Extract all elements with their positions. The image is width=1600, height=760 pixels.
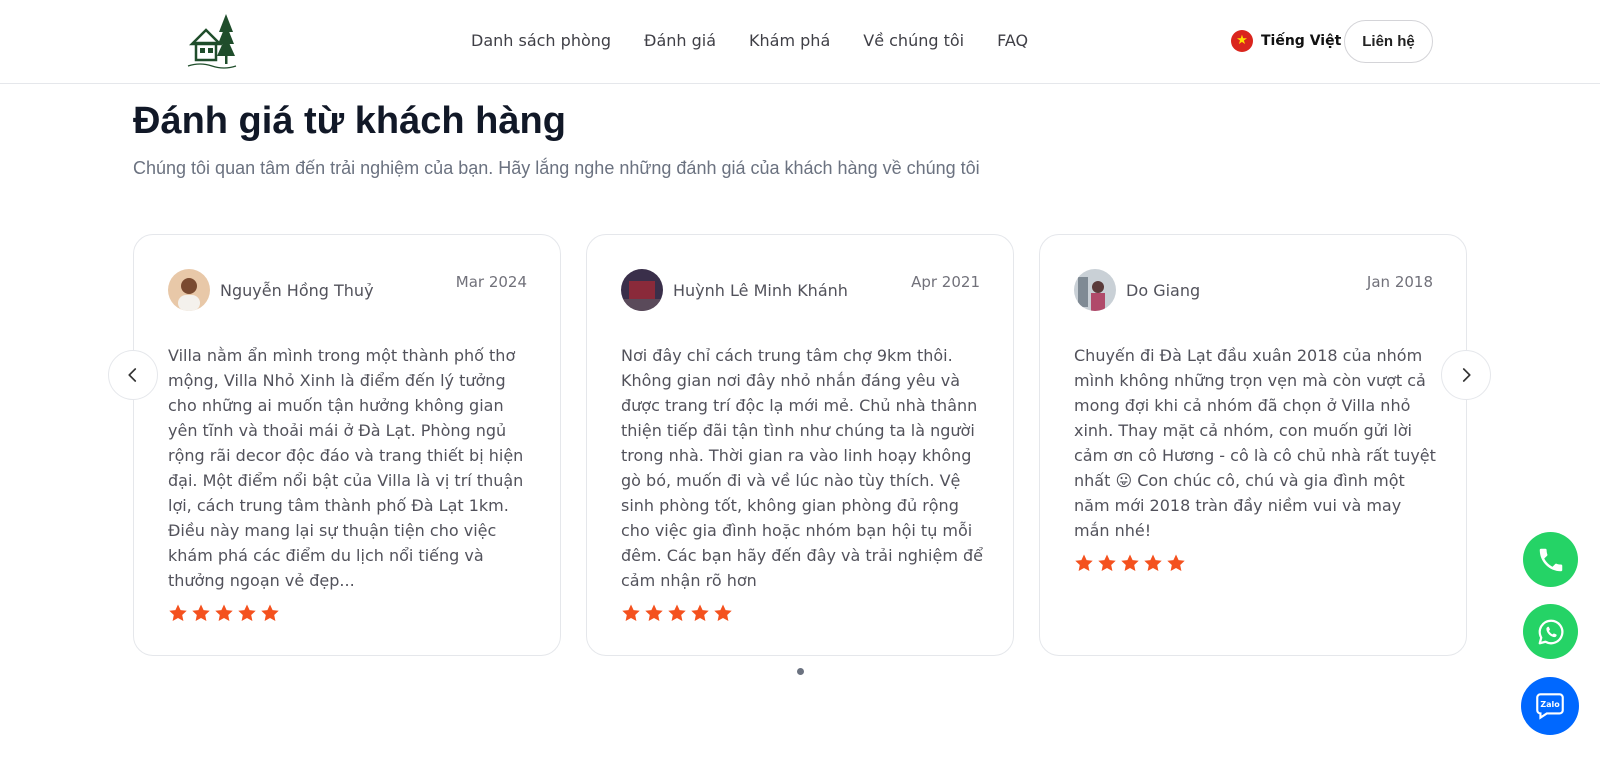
review-card: Huỳnh Lê Minh Khánh Apr 2021 Nơi đây chỉ… [586,234,1014,656]
review-text: Villa nằm ẩn mình trong một thành phố th… [168,346,524,590]
nav-faq[interactable]: FAQ [997,31,1028,50]
star-icon [645,604,663,621]
section-subtitle: Chúng tôi quan tâm đến trải nghiệm của b… [133,158,980,178]
nav-reviews[interactable]: Đánh giá [644,31,716,50]
avatar [1074,269,1116,311]
whatsapp-icon [1538,619,1563,644]
review-card: Do Giang Jan 2018 Chuyến đi Đà Lạt đầu x… [1039,234,1467,656]
review-date: Jan 2018 [1366,273,1433,291]
star-icon [691,604,709,621]
review-date: Apr 2021 [911,273,980,291]
review-card: Nguyễn Hồng Thuỷ Mar 2024 Villa nằm ẩn m… [133,234,561,656]
star-icon [261,604,279,621]
star-icon [1121,554,1139,571]
phone-icon [1539,548,1562,571]
whatsapp-button[interactable] [1523,604,1578,659]
nav-explore[interactable]: Khám phá [749,31,830,50]
phone-button[interactable] [1523,532,1578,587]
section-title: Đánh giá từ khách hàng [133,100,566,142]
zalo-icon: Zalo [1536,693,1564,720]
review-text: Nơi đây chỉ cách trung tâm chợ 9km thôi.… [621,346,983,590]
star-icon [714,604,732,621]
chevron-right-icon [1462,368,1471,382]
rating-stars [168,603,280,623]
star-icon [215,604,233,621]
avatar [621,269,663,311]
star-icon [192,604,210,621]
nav-about-us[interactable]: Về chúng tôi [863,31,964,50]
carousel-prev-button[interactable] [108,350,158,400]
zalo-button[interactable]: Zalo [1521,677,1579,735]
zalo-label: Zalo [1540,700,1560,709]
carousel-next-button[interactable] [1441,350,1491,400]
star-icon [1144,554,1162,571]
nav-room-list[interactable]: Danh sách phòng [471,31,611,50]
star-icon [238,604,256,621]
star-icon [668,604,686,621]
reviewer-name: Do Giang [1126,281,1201,300]
star-icon [1075,554,1093,571]
reviewer-name: Huỳnh Lê Minh Khánh [673,281,848,300]
rating-stars [1074,553,1186,573]
avatar [168,269,210,311]
language-label: Tiếng Việt [1261,33,1342,49]
star-icon [622,604,640,621]
language-selector[interactable]: ★ Tiếng Việt [1231,30,1341,52]
star-icon [1098,554,1116,571]
chevron-left-icon [128,368,137,382]
star-icon [169,604,187,621]
rating-stars [621,603,733,623]
logo-icon[interactable] [186,12,240,72]
reviewer-name: Nguyễn Hồng Thuỷ [220,281,374,300]
contact-button[interactable]: Liên hệ [1344,20,1433,63]
site-header: Danh sách phòng Đánh giá Khám phá Về chú… [0,0,1600,84]
vietnam-flag-icon: ★ [1231,30,1253,52]
carousel-dot[interactable] [797,668,804,675]
star-icon [1167,554,1185,571]
review-date: Mar 2024 [455,273,527,291]
main-nav: Danh sách phòng Đánh giá Khám phá Về chú… [471,31,1061,50]
review-text: Chuyến đi Đà Lạt đầu xuân 2018 của nhóm … [1074,346,1436,540]
